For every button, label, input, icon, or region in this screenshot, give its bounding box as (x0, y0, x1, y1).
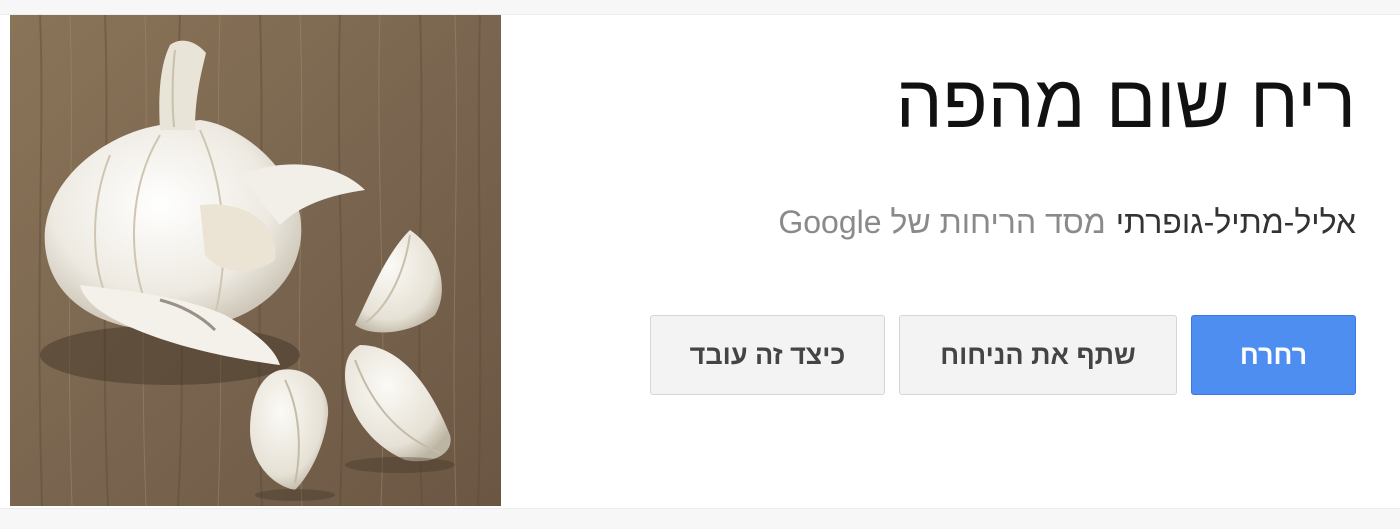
action-buttons: רחרח שתף את הניחוח כיצד זה עובד (650, 315, 1356, 395)
top-divider (0, 0, 1400, 15)
share-scent-button[interactable]: שתף את הניחוח (899, 315, 1177, 395)
how-it-works-button[interactable]: כיצד זה עובד (650, 315, 885, 395)
scent-result-card: ריח שום מהפה אליל-מתיל-גופרתימסד הריחות … (0, 15, 1400, 509)
compound-name: אליל-מתיל-גופרתי (1115, 204, 1356, 240)
garlic-image (10, 15, 501, 506)
page: ריח שום מהפה אליל-מתיל-גופרתימסד הריחות … (0, 0, 1400, 529)
scent-subtitle: אליל-מתיל-גופרתימסד הריחות של Google (778, 204, 1356, 240)
sniff-button[interactable]: רחרח (1191, 315, 1356, 395)
scent-title: ריח שום מהפה (895, 60, 1356, 143)
maker-label: מסד הריחות של Google (778, 204, 1106, 240)
bottom-divider (0, 508, 1400, 529)
